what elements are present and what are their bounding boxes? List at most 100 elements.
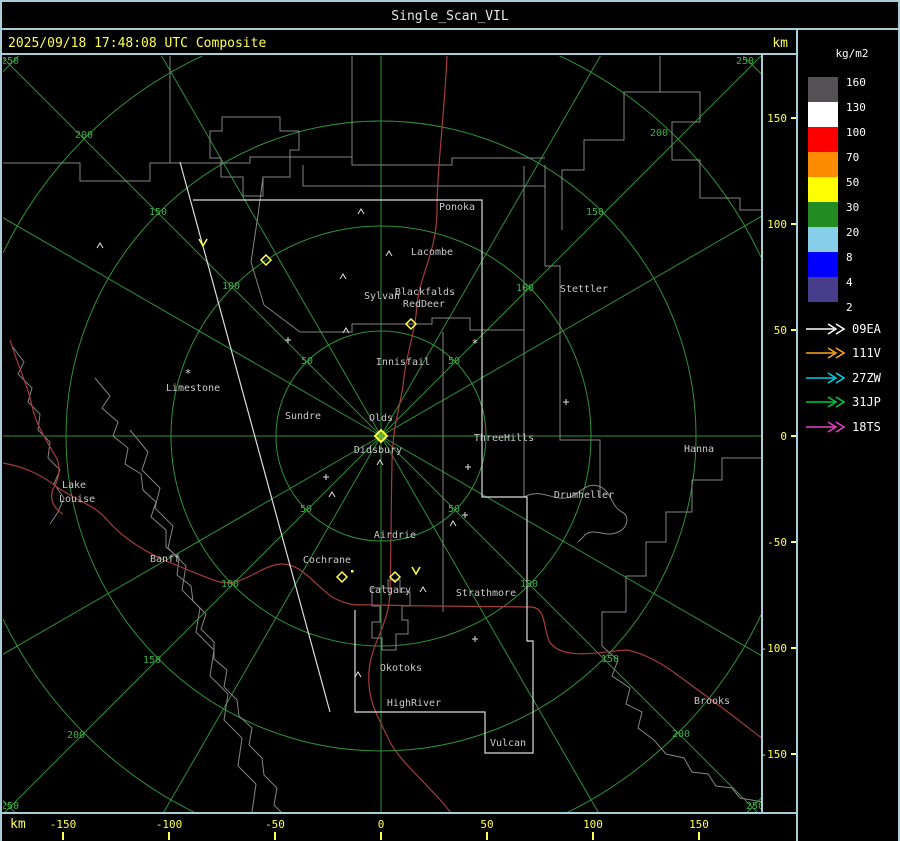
y-axis-tick-label: 150	[767, 112, 787, 125]
city-label: Stettler	[560, 284, 608, 295]
range-ring-label: 200	[650, 128, 668, 139]
track-id-label: 18TS	[852, 420, 881, 434]
city-label: Brooks	[694, 696, 730, 707]
range-ring-label: 50	[300, 504, 312, 515]
x-axis-tick-label: 150	[689, 818, 709, 831]
range-ring-label: 250	[736, 56, 754, 67]
y-axis-tick-label: 100	[767, 218, 787, 231]
scale-value-label: 130	[846, 101, 866, 114]
city-label: Airdrie	[374, 530, 416, 541]
background	[0, 0, 900, 841]
dot-marker	[351, 570, 354, 573]
range-ring-label: 50	[448, 504, 460, 515]
scale-value-label: 4	[846, 276, 853, 289]
radar-app-window: 50 50 50 50 100 100 100 100 150 150 150 150 200 200 20…	[0, 0, 900, 841]
range-ring-label: 100	[520, 579, 538, 590]
scale-value-label: 100	[846, 126, 866, 139]
scale-value-label: 20	[846, 226, 859, 239]
city-label: Limestone	[166, 383, 220, 394]
legend-unit-label: kg/m2	[835, 47, 868, 60]
city-label: Louise	[59, 494, 95, 505]
scale-color-block	[808, 127, 838, 152]
city-label: Calgary	[369, 585, 411, 596]
y-axis-tick-label: -150	[761, 748, 788, 761]
y-axis-tick-label: 0	[780, 430, 787, 443]
y-axis-tick-label: 50	[774, 324, 787, 337]
scale-value-label: 8	[846, 251, 853, 264]
scale-value-label: 160	[846, 76, 866, 89]
x-axis-tick-label: 50	[480, 818, 493, 831]
track-id-label: 31JP	[852, 395, 881, 409]
scale-color-block	[808, 227, 838, 252]
city-label: Innisfail	[376, 357, 430, 368]
range-ring-label: 200	[67, 730, 85, 741]
scale-color-block	[808, 177, 838, 202]
scale-color-block	[808, 77, 838, 102]
scale-color-block	[808, 102, 838, 127]
x-axis-unit-label: km	[10, 817, 26, 832]
city-label: Lake	[62, 480, 86, 491]
range-ring-label: 200	[672, 729, 690, 740]
x-axis-tick-label: -100	[156, 818, 183, 831]
titlebar-bottom-border	[0, 28, 900, 30]
city-label: Cochrane	[303, 555, 351, 566]
range-ring-label: 150	[586, 207, 604, 218]
x-axis-tick-label: -50	[265, 818, 285, 831]
city-label: Blackfalds	[395, 287, 455, 298]
range-ring-label: 150	[601, 654, 619, 665]
scale-value-label: 2	[846, 301, 853, 314]
city-label: Olds	[369, 413, 393, 424]
y-axis-tick-label: -50	[767, 536, 787, 549]
frame-top-border	[0, 0, 900, 2]
city-label: Sylvan	[364, 291, 400, 302]
track-id-label: 09EA	[852, 322, 882, 336]
range-ring-label: 150	[143, 655, 161, 666]
scale-color-block	[808, 152, 838, 177]
track-id-label: 111V	[852, 346, 881, 360]
scale-color-block	[808, 202, 838, 227]
scale-value-label: 50	[846, 176, 859, 189]
map-right-border	[761, 55, 763, 814]
asterisk-marker: *	[185, 367, 192, 380]
range-ring-label: 150	[149, 207, 167, 218]
city-label: Sundre	[285, 411, 321, 422]
range-ring-label: 250	[1, 801, 19, 812]
scale-value-label: 70	[846, 151, 859, 164]
asterisk-marker: *	[472, 337, 479, 350]
window-title: Single_Scan_VIL	[391, 9, 509, 24]
city-label: Strathmore	[456, 588, 516, 599]
scale-color-block	[808, 252, 838, 277]
y-axis-tick-label: -100	[761, 642, 788, 655]
city-label: Okotoks	[380, 663, 422, 674]
scale-value-label: 30	[846, 201, 859, 214]
frame-left-border	[0, 0, 2, 841]
scale-color-block	[808, 277, 838, 302]
map-bottom-border	[0, 812, 798, 814]
city-label: Ponoka	[439, 202, 475, 213]
track-id-label: 27ZW	[852, 371, 882, 385]
x-axis-tick-label: 100	[583, 818, 603, 831]
range-ring-label: 100	[222, 281, 240, 292]
x-axis-tick-label: 0	[378, 818, 385, 831]
city-label: ThreeHills	[474, 433, 534, 444]
range-ring-label: 100	[221, 579, 239, 590]
timestamp-label: 2025/09/18 17:48:08 UTC Composite	[8, 36, 266, 51]
range-ring-label: 50	[448, 356, 460, 367]
city-label: RedDeer	[403, 299, 445, 310]
range-ring-label: 250	[1, 56, 19, 67]
city-label: Drumheller	[554, 490, 614, 501]
right-axis-unit-label: km	[772, 36, 788, 51]
city-label: Hanna	[684, 444, 714, 455]
city-label: HighRiver	[387, 698, 441, 709]
range-ring-label: 200	[75, 130, 93, 141]
header-bottom-border	[0, 53, 798, 55]
city-label: Didsbury	[354, 445, 402, 456]
city-label: Vulcan	[490, 738, 526, 749]
range-ring-label: 50	[301, 356, 313, 367]
range-ring-label: 100	[516, 283, 534, 294]
x-axis-tick-label: -150	[50, 818, 77, 831]
city-label: Lacombe	[411, 247, 453, 258]
radar-display: 50 5050 50100 100100 100150 150150 150200 20020…	[0, 0, 900, 841]
city-label: Banff	[150, 554, 180, 565]
legend-panel-divider	[796, 28, 798, 841]
